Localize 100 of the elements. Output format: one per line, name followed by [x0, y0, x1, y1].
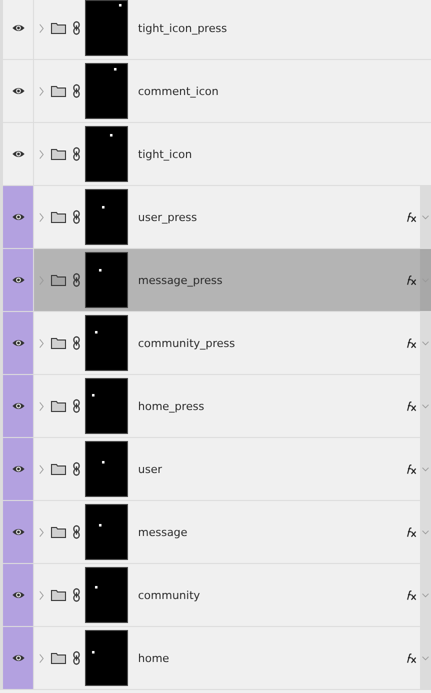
- folder-icon: [51, 400, 66, 412]
- folder-icon: [51, 589, 66, 601]
- effects-icon[interactable]: [405, 464, 417, 474]
- effects-icon[interactable]: [405, 526, 417, 538]
- layer-name: tight_icon_press: [138, 22, 228, 34]
- eye-icon[interactable]: [12, 527, 24, 537]
- chain-link-icon: [73, 462, 80, 476]
- caret-icon[interactable]: [422, 340, 429, 346]
- layer-row[interactable]: tight_icon_press: [3, 0, 431, 60]
- layer-name: community_press: [138, 336, 236, 350]
- color-tag[interactable]: [3, 564, 34, 626]
- effects-icon[interactable]: [405, 338, 417, 348]
- layer-thumbnail: [85, 315, 128, 371]
- folder-icon: [51, 463, 66, 475]
- expand-chevron-icon[interactable]: [39, 86, 44, 96]
- color-tag[interactable]: [3, 375, 34, 437]
- effects-icon[interactable]: [405, 274, 417, 286]
- expand-chevron-icon[interactable]: [39, 22, 44, 34]
- layer-thumbnail: [85, 630, 128, 686]
- caret-icon[interactable]: [422, 592, 429, 598]
- caret-icon[interactable]: [422, 530, 429, 534]
- layer-thumbnail: [85, 441, 128, 497]
- eye-icon[interactable]: [12, 338, 24, 348]
- effects-icon[interactable]: [405, 590, 417, 600]
- folder-icon: [51, 337, 66, 349]
- color-tag[interactable]: [3, 312, 34, 374]
- color-tag[interactable]: [3, 501, 34, 563]
- layer-row[interactable]: home_press: [3, 375, 431, 438]
- chain-link-icon: [73, 651, 80, 665]
- layer-name: community: [138, 588, 202, 602]
- folder-icon: [51, 148, 66, 160]
- layer-name: message_press: [138, 274, 224, 286]
- caret-icon[interactable]: [422, 656, 429, 660]
- expand-chevron-icon[interactable]: [39, 212, 44, 222]
- expand-chevron-icon[interactable]: [39, 338, 44, 348]
- chain-link-icon: [73, 588, 80, 602]
- layer-row[interactable]: message_press: [3, 249, 431, 312]
- layer-row[interactable]: comment_icon: [3, 60, 431, 123]
- layer-name: comment_icon: [138, 84, 220, 98]
- eye-icon[interactable]: [12, 86, 24, 96]
- effects-icon[interactable]: [405, 652, 417, 664]
- expand-chevron-icon[interactable]: [39, 274, 44, 286]
- layer-row[interactable]: message: [3, 501, 431, 564]
- folder-icon: [51, 22, 66, 34]
- layer-name: home_press: [138, 400, 206, 412]
- effects-icon[interactable]: [405, 400, 417, 412]
- layer-row[interactable]: community_press: [3, 312, 431, 375]
- eye-icon[interactable]: [12, 401, 24, 411]
- layer-row[interactable]: user: [3, 438, 431, 501]
- caret-icon[interactable]: [422, 404, 429, 408]
- color-tag[interactable]: [3, 249, 34, 311]
- layer-thumbnail: [85, 504, 128, 560]
- expand-chevron-icon[interactable]: [39, 652, 44, 664]
- layer-name: home: [138, 652, 170, 664]
- layer-name: tight_icon: [138, 148, 193, 160]
- chain-link-icon: [73, 21, 80, 35]
- layer-row[interactable]: tight_icon: [3, 123, 431, 186]
- eye-icon[interactable]: [12, 653, 24, 663]
- layer-thumbnail: [85, 567, 128, 623]
- chain-link-icon: [73, 147, 80, 161]
- eye-icon[interactable]: [12, 149, 24, 159]
- folder-icon: [51, 274, 66, 286]
- layer-thumbnail: [85, 126, 128, 182]
- folder-icon: [51, 211, 66, 223]
- layer-thumbnail: [85, 252, 128, 308]
- expand-chevron-icon[interactable]: [39, 148, 44, 160]
- color-tag[interactable]: [3, 438, 34, 500]
- caret-icon[interactable]: [422, 214, 429, 220]
- eye-icon[interactable]: [12, 212, 24, 222]
- chain-link-icon: [73, 399, 80, 413]
- chain-link-icon: [73, 336, 80, 350]
- chain-link-icon: [73, 84, 80, 98]
- effects-icon[interactable]: [405, 212, 417, 222]
- eye-icon[interactable]: [12, 590, 24, 600]
- chain-link-icon: [73, 210, 80, 224]
- chain-link-icon: [73, 273, 80, 287]
- layer-thumbnail: [85, 63, 128, 119]
- caret-icon[interactable]: [422, 466, 429, 472]
- folder-icon: [51, 526, 66, 538]
- layer-name: user: [138, 462, 163, 476]
- layer-row[interactable]: community: [3, 564, 431, 627]
- layer-thumbnail: [85, 189, 128, 245]
- expand-chevron-icon[interactable]: [39, 400, 44, 412]
- color-tag[interactable]: [3, 627, 34, 689]
- eye-icon[interactable]: [12, 23, 24, 33]
- folder-icon: [51, 85, 66, 97]
- layer-row[interactable]: home: [3, 627, 431, 690]
- layer-row[interactable]: user_press: [3, 186, 431, 249]
- color-tag[interactable]: [3, 186, 34, 248]
- layer-thumbnail: [85, 378, 128, 434]
- eye-icon[interactable]: [12, 275, 24, 285]
- chain-link-icon: [73, 525, 80, 539]
- expand-chevron-icon[interactable]: [39, 526, 44, 538]
- folder-icon: [51, 652, 66, 664]
- expand-chevron-icon[interactable]: [39, 590, 44, 600]
- layer-name: user_press: [138, 210, 198, 224]
- eye-icon[interactable]: [12, 464, 24, 474]
- layer-thumbnail: [85, 0, 128, 56]
- layer-name: message: [138, 526, 188, 538]
- expand-chevron-icon[interactable]: [39, 464, 44, 474]
